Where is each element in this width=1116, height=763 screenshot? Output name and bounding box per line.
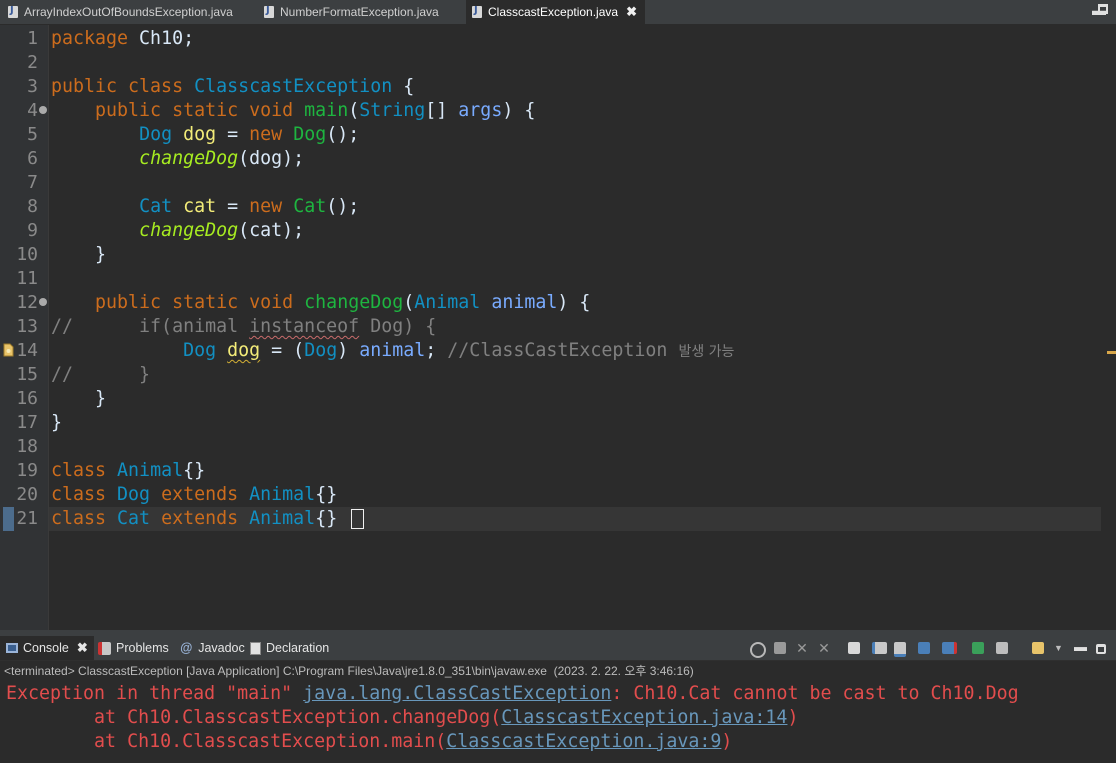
fold-icon[interactable] [39,106,47,114]
code-editor[interactable]: package Ch10; public class ClasscastExce… [0,25,1116,630]
warning-icon[interactable] [3,343,14,357]
console-line: at Ch10.ClasscastException.main(Classcas… [6,731,733,752]
console-line: Exception in thread "main" java.lang.Cla… [6,683,1019,704]
line-number: 3 [27,76,38,97]
line-number: 4 [27,100,38,121]
code-line-19: class Animal{} [51,460,206,481]
bracket-match-caret [351,509,364,529]
tab-label: ClasscastException.java [488,5,619,19]
line-number: 21 [16,508,38,529]
line-number: 20 [16,484,38,505]
vertical-ruler [0,25,14,630]
stack-trace-link[interactable]: ClasscastException.java:14 [501,707,787,728]
tab-declaration[interactable]: Declaration [250,636,329,660]
java-file-icon [472,5,482,18]
java-file-icon [8,5,18,18]
tab-label: Declaration [266,641,330,655]
problems-icon [98,641,111,655]
line-number: 10 [16,244,38,265]
tab-label: Console [23,641,69,655]
tab-label: ArrayIndexOutOfBoundsException.java [24,5,233,19]
line-number: 16 [16,388,38,409]
code-line-6: changeDog(dog); [139,148,305,169]
console-output[interactable]: Exception in thread "main" java.lang.Cla… [0,681,1116,763]
code-line-15: // } [51,364,151,385]
overview-ruler[interactable] [1101,25,1116,630]
exception-link[interactable]: java.lang.ClassCastException [303,683,611,704]
code-line-21: class Cat extends Animal{} [51,508,338,529]
console-tab-bar: Console ✖ Problems @ Javadoc Declaration… [0,636,1116,660]
code-line-17: } [51,412,63,433]
code-line-5: Dog dog = new Dog(); [139,124,360,145]
line-number: 2 [27,52,38,73]
remove-launch-icon[interactable]: ✕ [796,641,808,655]
clear-console-icon[interactable] [848,642,860,654]
line-number: 8 [27,196,38,217]
tab-classcastexception[interactable]: ClasscastException.java ✖ [466,0,645,24]
editor-tab-bar: ArrayIndexOutOfBoundsException.java Numb… [0,0,1116,25]
java-file-icon [264,5,274,18]
close-icon[interactable]: ✖ [626,4,637,20]
line-number: 11 [16,268,38,289]
code-line-20: class Dog extends Animal{} [51,484,338,505]
show-stdout-icon[interactable] [918,642,930,654]
javadoc-icon: @ [180,641,193,655]
tab-label: NumberFormatException.java [280,5,439,19]
code-line-4: public static void main(String[] args) { [95,100,536,121]
display-console-icon[interactable] [996,642,1008,654]
warning-overview-mark[interactable] [1107,351,1116,354]
console-icon [6,643,18,653]
code-line-3: public class ClasscastException { [51,76,415,97]
line-number: 13 [16,316,38,337]
line-number: 9 [27,220,38,241]
console-line: at Ch10.ClasscastException.changeDog(Cla… [6,707,799,728]
code-line-9: changeDog(cat); [139,220,305,241]
minimize-icon[interactable]: ▬ [1074,640,1087,654]
line-number: 19 [16,460,38,481]
line-number: 15 [16,364,38,385]
line-number: 12 [16,292,38,313]
show-stderr-icon[interactable] [942,642,957,654]
stack-trace-link[interactable]: ClasscastException.java:9 [446,731,721,752]
view-menu-icon[interactable]: ▼ [1054,642,1066,654]
line-number: 14 [16,340,38,361]
remove-all-icon[interactable]: ✕ [818,641,830,655]
relaunch-icon[interactable] [750,642,766,658]
current-line-marker [3,507,14,531]
code-line-14: Dog dog = (Dog) animal; //ClassCastExcep… [183,340,735,361]
code-line-10: } [95,244,107,265]
console-status: <terminated> ClasscastException [Java Ap… [0,661,1116,681]
fold-icon[interactable] [39,298,47,306]
line-number: 18 [16,436,38,457]
code-line-8: Cat cat = new Cat(); [139,196,360,217]
pin-console-icon[interactable] [972,642,984,654]
code-line-13: // if(animal instanceof Dog) { [51,316,437,337]
code-line-12: public static void changeDog(Animal anim… [95,292,591,313]
word-wrap-icon[interactable] [894,642,906,657]
code-line-1: package Ch10; [51,28,195,49]
declaration-icon [250,641,261,655]
open-console-icon[interactable] [1032,642,1044,654]
code-line-16: } [95,388,107,409]
line-number: 7 [27,172,38,193]
line-number: 1 [27,28,38,49]
tab-label: Javadoc [198,641,245,655]
line-number: 17 [16,412,38,433]
line-number: 6 [27,148,38,169]
tab-label: Problems [116,641,169,655]
terminate-icon[interactable] [774,642,786,654]
tab-console[interactable]: Console ✖ [0,636,94,660]
scroll-lock-icon[interactable] [872,642,887,654]
maximize-icon[interactable] [1098,4,1108,14]
tab-arrayindexoutofbounds[interactable]: ArrayIndexOutOfBoundsException.java [8,0,233,24]
tab-problems[interactable]: Problems [98,636,169,660]
maximize-icon[interactable] [1096,644,1106,654]
close-icon[interactable]: ✖ [77,640,88,656]
tab-numberformat[interactable]: NumberFormatException.java [264,0,439,24]
line-number: 5 [27,124,38,145]
tab-javadoc[interactable]: @ Javadoc [180,636,245,660]
